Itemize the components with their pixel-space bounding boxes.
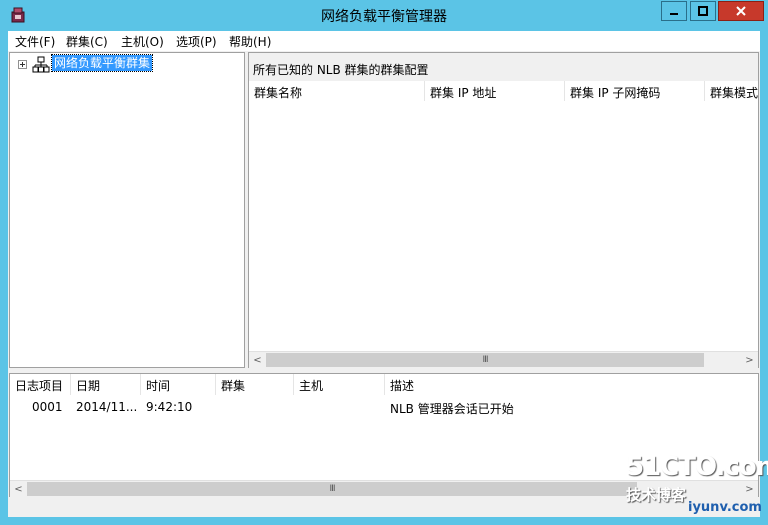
menu-host[interactable]: 主机(O): [121, 33, 164, 50]
log-column-host[interactable]: 主机: [294, 374, 385, 395]
column-label: 群集: [221, 379, 246, 393]
column-header-subnet-mask[interactable]: 群集 IP 子网掩码: [565, 81, 705, 101]
watermark-line3: iyunv.com: [688, 500, 762, 515]
log-cell-time: 9:42:10: [146, 400, 193, 414]
app-window: 网络负载平衡管理器 文件(F) 群集(C) 主机(O) 选项(P) 帮助(H): [0, 0, 768, 525]
log-cell-date: 2014/11...: [76, 400, 138, 414]
menu-bar: 文件(F) 群集(C) 主机(O) 选项(P) 帮助(H): [8, 31, 760, 51]
maximize-button[interactable]: [690, 1, 716, 21]
column-label: 日志项目: [15, 379, 64, 393]
column-header-cluster-ip[interactable]: 群集 IP 地址: [425, 81, 565, 101]
menu-cluster[interactable]: 群集(C): [66, 33, 108, 50]
column-label: 描述: [390, 379, 415, 393]
site-watermark: 51CTO.com 技术博客 iyunv.com: [622, 452, 768, 520]
menu-help[interactable]: 帮助(H): [229, 33, 271, 50]
column-label: 主机: [299, 379, 324, 393]
title-bar[interactable]: 网络负载平衡管理器: [0, 0, 768, 30]
column-label: 群集 IP 地址: [430, 86, 497, 100]
column-header-cluster-mode[interactable]: 群集模式: [705, 81, 758, 101]
cluster-list-pane: 所有已知的 NLB 群集的群集配置 群集名称 群集 IP 地址 群集 IP 子网…: [248, 52, 759, 368]
close-button[interactable]: [718, 1, 764, 21]
log-cell-entry: 0001: [32, 400, 63, 414]
log-column-date[interactable]: 日期: [71, 374, 141, 395]
minimize-button[interactable]: [661, 1, 687, 21]
scroll-left-arrow-icon[interactable]: <: [10, 481, 27, 497]
scroll-thumb[interactable]: III: [27, 482, 637, 496]
cluster-pane-title: 所有已知的 NLB 群集的群集配置: [253, 63, 429, 77]
scroll-thumb[interactable]: III: [266, 353, 704, 367]
log-column-cluster[interactable]: 群集: [216, 374, 294, 395]
watermark-line2: 技术博客: [626, 486, 687, 504]
close-icon: [736, 6, 746, 16]
window-title: 网络负载平衡管理器: [321, 9, 447, 25]
tree-item-nlb-clusters[interactable]: 网络负载平衡群集: [50, 54, 154, 72]
network-cluster-icon: [32, 56, 50, 73]
column-label: 时间: [146, 379, 171, 393]
menu-file[interactable]: 文件(F): [15, 33, 55, 50]
column-label: 群集模式: [710, 86, 759, 100]
column-label: 日期: [76, 379, 101, 393]
cluster-pane-header: 所有已知的 NLB 群集的群集配置: [249, 53, 758, 81]
column-label: 群集 IP 子网掩码: [570, 86, 661, 100]
column-header-cluster-name[interactable]: 群集名称: [249, 81, 425, 101]
log-cell-description: NLB 管理器会话已开始: [390, 402, 514, 416]
client-area: 网络负载平衡群集 所有已知的 NLB 群集的群集配置 群集名称 群集 IP 地址…: [8, 51, 760, 517]
cluster-tree: 网络负载平衡群集: [9, 52, 245, 368]
scroll-right-arrow-icon[interactable]: >: [741, 352, 758, 368]
scroll-left-arrow-icon[interactable]: <: [249, 352, 266, 368]
minimize-icon: [670, 13, 678, 15]
column-label: 群集名称: [254, 86, 303, 100]
log-column-entry[interactable]: 日志项目: [10, 374, 71, 395]
maximize-icon: [698, 6, 708, 16]
menu-options[interactable]: 选项(P): [176, 33, 217, 50]
log-column-time[interactable]: 时间: [141, 374, 216, 395]
log-column-description[interactable]: 描述: [385, 374, 758, 395]
cluster-list-hscrollbar[interactable]: < III >: [249, 351, 758, 368]
tree-expand-toggle[interactable]: [18, 60, 27, 69]
watermark-line1: 51CTO.com: [626, 452, 768, 482]
